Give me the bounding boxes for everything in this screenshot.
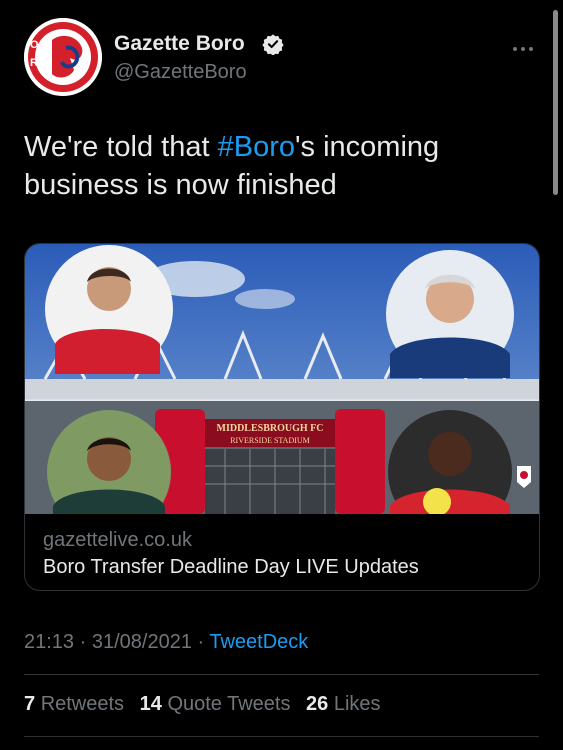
avatar[interactable]: O R [24,18,102,96]
more-options-icon[interactable] [512,36,534,57]
player-photo-top-right [386,250,514,378]
tweet-text: We're told that #Boro's incoming busines… [24,128,524,204]
stadium-sign-line2: RIVERSIDE STADIUM [230,436,310,445]
divider [24,736,539,737]
stadium-sign-line1: MIDDLESBROUGH FC [217,423,324,434]
author-name[interactable]: Gazette Boro [114,32,245,56]
tweet-date[interactable]: 31/08/2021 [92,631,192,653]
likes-stat[interactable]: 26 Likes [306,693,381,715]
meta-separator: · [74,631,92,653]
likes-label: Likes [333,693,381,715]
verified-badge-icon [262,34,284,55]
svg-text:O: O [30,39,39,51]
gazette-boro-logo-icon: O R [24,18,102,96]
retweets-stat[interactable]: 7 Retweets [24,693,124,715]
hashtag-link[interactable]: #Boro [218,131,295,163]
svg-text:R: R [30,57,38,69]
tweet-time[interactable]: 21:13 [24,631,74,653]
card-title[interactable]: Boro Transfer Deadline Day LIVE Updates [43,556,419,579]
quotes-count: 14 [139,693,162,715]
meta-separator: · [191,631,210,653]
retweets-count: 7 [24,693,36,715]
retweets-label: Retweets [40,693,125,715]
scrollbar[interactable] [553,10,558,195]
tweet-text-before: We're told that [24,131,218,163]
likes-count: 26 [306,693,329,715]
quotes-label: Quote Tweets [167,693,291,715]
card-image[interactable]: MIDDLESBROUGH FC RIVERSIDE STADIUM [25,244,539,514]
card-domain: gazettelive.co.uk [43,529,192,551]
player-photo-top-left [45,245,173,374]
author-handle[interactable]: @GazetteBoro [114,61,247,84]
divider [24,674,539,675]
quote-tweets-stat[interactable]: 14 Quote Tweets [140,693,291,715]
tweet-meta: 21:13 · 31/08/2021 · TweetDeck [24,631,308,654]
tweet-source-link[interactable]: TweetDeck [209,631,308,653]
link-card[interactable]: MIDDLESBROUGH FC RIVERSIDE STADIUM gazet… [24,243,540,591]
engagement-stats: 7 Retweets 14 Quote Tweets 26 Likes [24,693,381,716]
